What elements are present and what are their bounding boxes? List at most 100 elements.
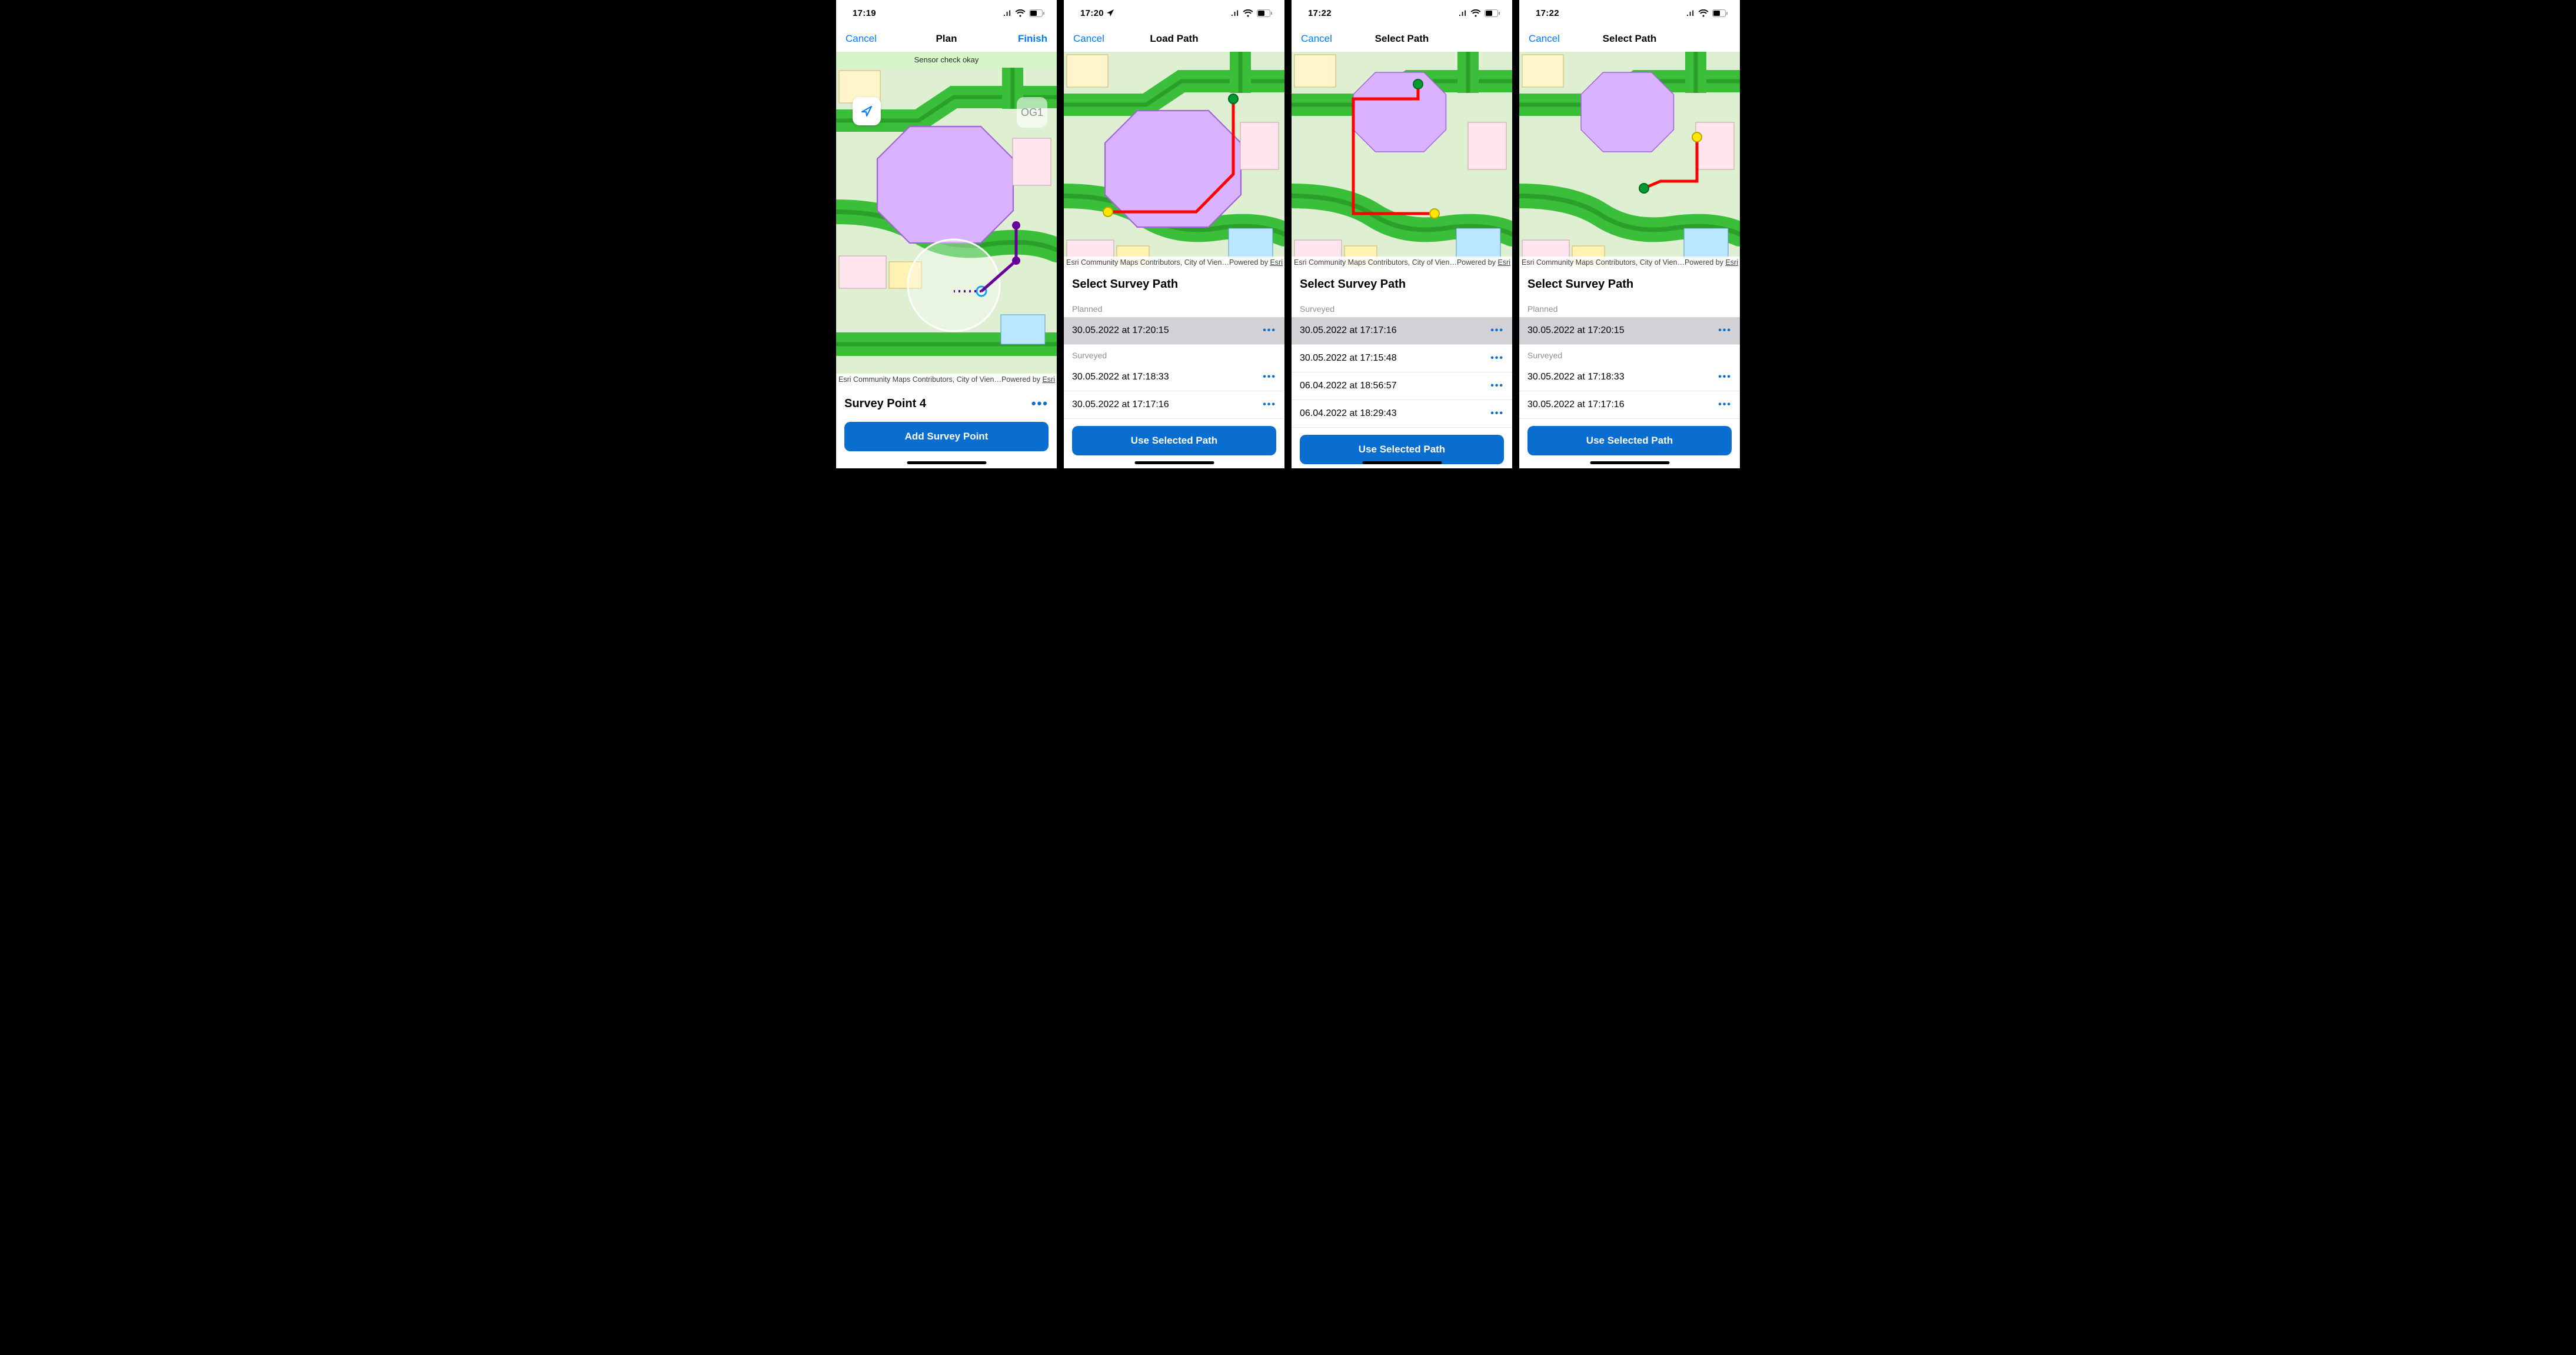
attribution-text: Esri Community Maps Contributors, City o… — [1294, 258, 1457, 267]
status-time: 17:20 — [1080, 8, 1104, 18]
path-row-label: 30.05.2022 at 17:17:16 — [1300, 325, 1397, 336]
wifi-icon — [1243, 9, 1253, 17]
esri-link[interactable]: Esri — [1270, 258, 1283, 267]
floorplan-map[interactable] — [1519, 52, 1740, 268]
path-row[interactable]: 30.05.2022 at 17:17:16 ••• — [1292, 317, 1512, 345]
battery-icon — [1485, 9, 1500, 17]
survey-path-panel: Select Survey PathPlanned 30.05.2022 at … — [1064, 268, 1284, 468]
path-row-more-button[interactable]: ••• — [1490, 408, 1504, 419]
attribution-text: Esri Community Maps Contributors, City o… — [838, 375, 1001, 384]
status-bar: 17:19 .ıl — [836, 0, 1057, 26]
nav-title: Load Path — [1109, 33, 1240, 45]
survey-point-more-button[interactable]: ••• — [1031, 396, 1049, 411]
location-arrow-icon — [1106, 9, 1114, 17]
phone-screen-3: 17:22 .ıl Cancel Select Path — [1292, 0, 1512, 468]
map-attribution: Esri Community Maps Contributors, City o… — [1292, 257, 1512, 268]
path-row[interactable]: 30.05.2022 at 17:17:16 ••• — [1064, 391, 1284, 419]
battery-icon — [1029, 9, 1045, 17]
path-row-more-button[interactable]: ••• — [1718, 399, 1732, 410]
cell-signal-icon: .ıl — [1686, 9, 1695, 18]
path-row-label: 30.05.2022 at 17:15:48 — [1300, 353, 1397, 364]
panel-title: Select Survey Path — [1292, 268, 1512, 298]
path-list-planned: 30.05.2022 at 17:20:15 ••• — [1519, 317, 1740, 345]
path-row-label: 06.04.2022 at 18:29:43 — [1300, 408, 1397, 419]
wifi-icon — [1015, 9, 1026, 17]
nav-cancel-button[interactable]: Cancel — [1073, 33, 1109, 45]
map-attribution: Esri Community Maps Contributors, City o… — [836, 374, 1057, 385]
floorplan-map[interactable] — [1292, 52, 1512, 268]
path-row-more-button[interactable]: ••• — [1490, 381, 1504, 391]
home-indicator — [907, 461, 986, 464]
section-header-surveyed: Surveyed — [1064, 345, 1284, 364]
path-row[interactable]: 30.05.2022 at 17:15:48 ••• — [1292, 345, 1512, 372]
path-row-more-button[interactable]: ••• — [1718, 325, 1732, 336]
path-row-more-button[interactable]: ••• — [1490, 325, 1504, 336]
nav-cancel-button[interactable]: Cancel — [846, 33, 881, 45]
nav-bar: Cancel Select Path — [1292, 26, 1512, 52]
powered-by: Powered by Esri — [1457, 258, 1510, 267]
floorplan-map[interactable] — [1064, 52, 1284, 268]
wifi-icon — [1470, 9, 1481, 17]
path-row-more-button[interactable]: ••• — [1263, 399, 1276, 410]
path-list-planned: 30.05.2022 at 17:20:15 ••• — [1064, 317, 1284, 345]
status-bar: 17:22 .ıl — [1292, 0, 1512, 26]
attribution-text: Esri Community Maps Contributors, City o… — [1522, 258, 1685, 267]
use-selected-path-button[interactable]: Use Selected Path — [1072, 426, 1276, 455]
esri-link[interactable]: Esri — [1725, 258, 1738, 267]
path-row[interactable]: 06.04.2022 at 18:29:43 ••• — [1292, 400, 1512, 428]
nav-cancel-button[interactable]: Cancel — [1529, 33, 1564, 45]
add-survey-point-button[interactable]: Add Survey Point — [844, 422, 1049, 451]
path-row-more-button[interactable]: ••• — [1718, 372, 1732, 382]
path-row[interactable]: 30.05.2022 at 17:20:15 ••• — [1519, 317, 1740, 345]
path-row-more-button[interactable]: ••• — [1263, 372, 1276, 382]
cell-signal-icon: .ıl — [1231, 9, 1239, 18]
phone-screen-4: 17:22 .ıl Cancel Select Path — [1519, 0, 1740, 468]
status-time: 17:22 — [1536, 8, 1559, 18]
status-time: 17:22 — [1308, 8, 1332, 18]
path-row-more-button[interactable]: ••• — [1490, 353, 1504, 364]
esri-link[interactable]: Esri — [1497, 258, 1510, 267]
nav-title: Plan — [881, 33, 1012, 45]
wifi-icon — [1698, 9, 1709, 17]
panel-title: Select Survey Path — [1519, 268, 1740, 298]
use-selected-path-button[interactable]: Use Selected Path — [1527, 426, 1732, 455]
home-indicator — [1134, 461, 1214, 464]
locate-button[interactable] — [853, 97, 881, 125]
cell-signal-icon: .ıl — [1003, 9, 1011, 18]
battery-icon — [1257, 9, 1273, 17]
path-row-more-button[interactable]: ••• — [1263, 325, 1276, 336]
nav-cancel-button[interactable]: Cancel — [1301, 33, 1336, 45]
battery-icon — [1712, 9, 1728, 17]
path-row[interactable]: 30.05.2022 at 17:18:33 ••• — [1064, 364, 1284, 391]
path-row-label: 30.05.2022 at 17:20:15 — [1527, 325, 1625, 336]
status-bar: 17:22 .ıl — [1519, 0, 1740, 26]
path-row-label: 30.05.2022 at 17:17:16 — [1527, 399, 1625, 410]
esri-link[interactable]: Esri — [1042, 375, 1055, 384]
path-row[interactable]: 30.05.2022 at 17:20:15 ••• — [1064, 317, 1284, 345]
sensor-status-banner: Sensor check okay — [836, 52, 1057, 68]
path-row[interactable]: 06.04.2022 at 18:56:57 ••• — [1292, 372, 1512, 400]
phone-screen-2: 17:20 .ıl Cancel Load Path — [1064, 0, 1284, 468]
survey-panel: Survey Point 4 ••• Add Survey Point — [836, 385, 1057, 451]
path-row[interactable]: 30.05.2022 at 17:17:16 ••• — [1519, 391, 1740, 419]
nav-finish-button[interactable]: Finish — [1012, 33, 1047, 45]
path-row-label: 30.05.2022 at 17:20:15 — [1072, 325, 1169, 336]
section-header-surveyed: Surveyed — [1292, 298, 1512, 317]
phone-screen-1: 17:19 .ıl Cancel Plan Finish Sensor chec… — [836, 0, 1057, 468]
map-container: Esri Community Maps Contributors, City o… — [1519, 52, 1740, 268]
path-row[interactable]: 30.05.2022 at 17:18:33 ••• — [1519, 364, 1740, 391]
use-selected-path-button[interactable]: Use Selected Path — [1300, 435, 1504, 464]
powered-by: Powered by Esri — [1001, 375, 1055, 384]
map-attribution: Esri Community Maps Contributors, City o… — [1064, 257, 1284, 268]
path-list-surveyed: 30.05.2022 at 17:17:16 ••• 30.05.2022 at… — [1292, 317, 1512, 428]
home-indicator — [1362, 461, 1442, 464]
path-row-label: 30.05.2022 at 17:18:33 — [1072, 372, 1169, 382]
survey-path-panel: Select Survey PathPlanned 30.05.2022 at … — [1519, 268, 1740, 468]
status-bar: 17:20 .ıl — [1064, 0, 1284, 26]
path-list-surveyed: 30.05.2022 at 17:18:33 ••• 30.05.2022 at… — [1519, 364, 1740, 419]
powered-by: Powered by Esri — [1229, 258, 1283, 267]
floor-selector-button[interactable]: OG1 — [1017, 97, 1047, 128]
survey-point-title: Survey Point 4 — [844, 397, 926, 411]
panel-title: Select Survey Path — [1064, 268, 1284, 298]
nav-bar: Cancel Load Path — [1064, 26, 1284, 52]
